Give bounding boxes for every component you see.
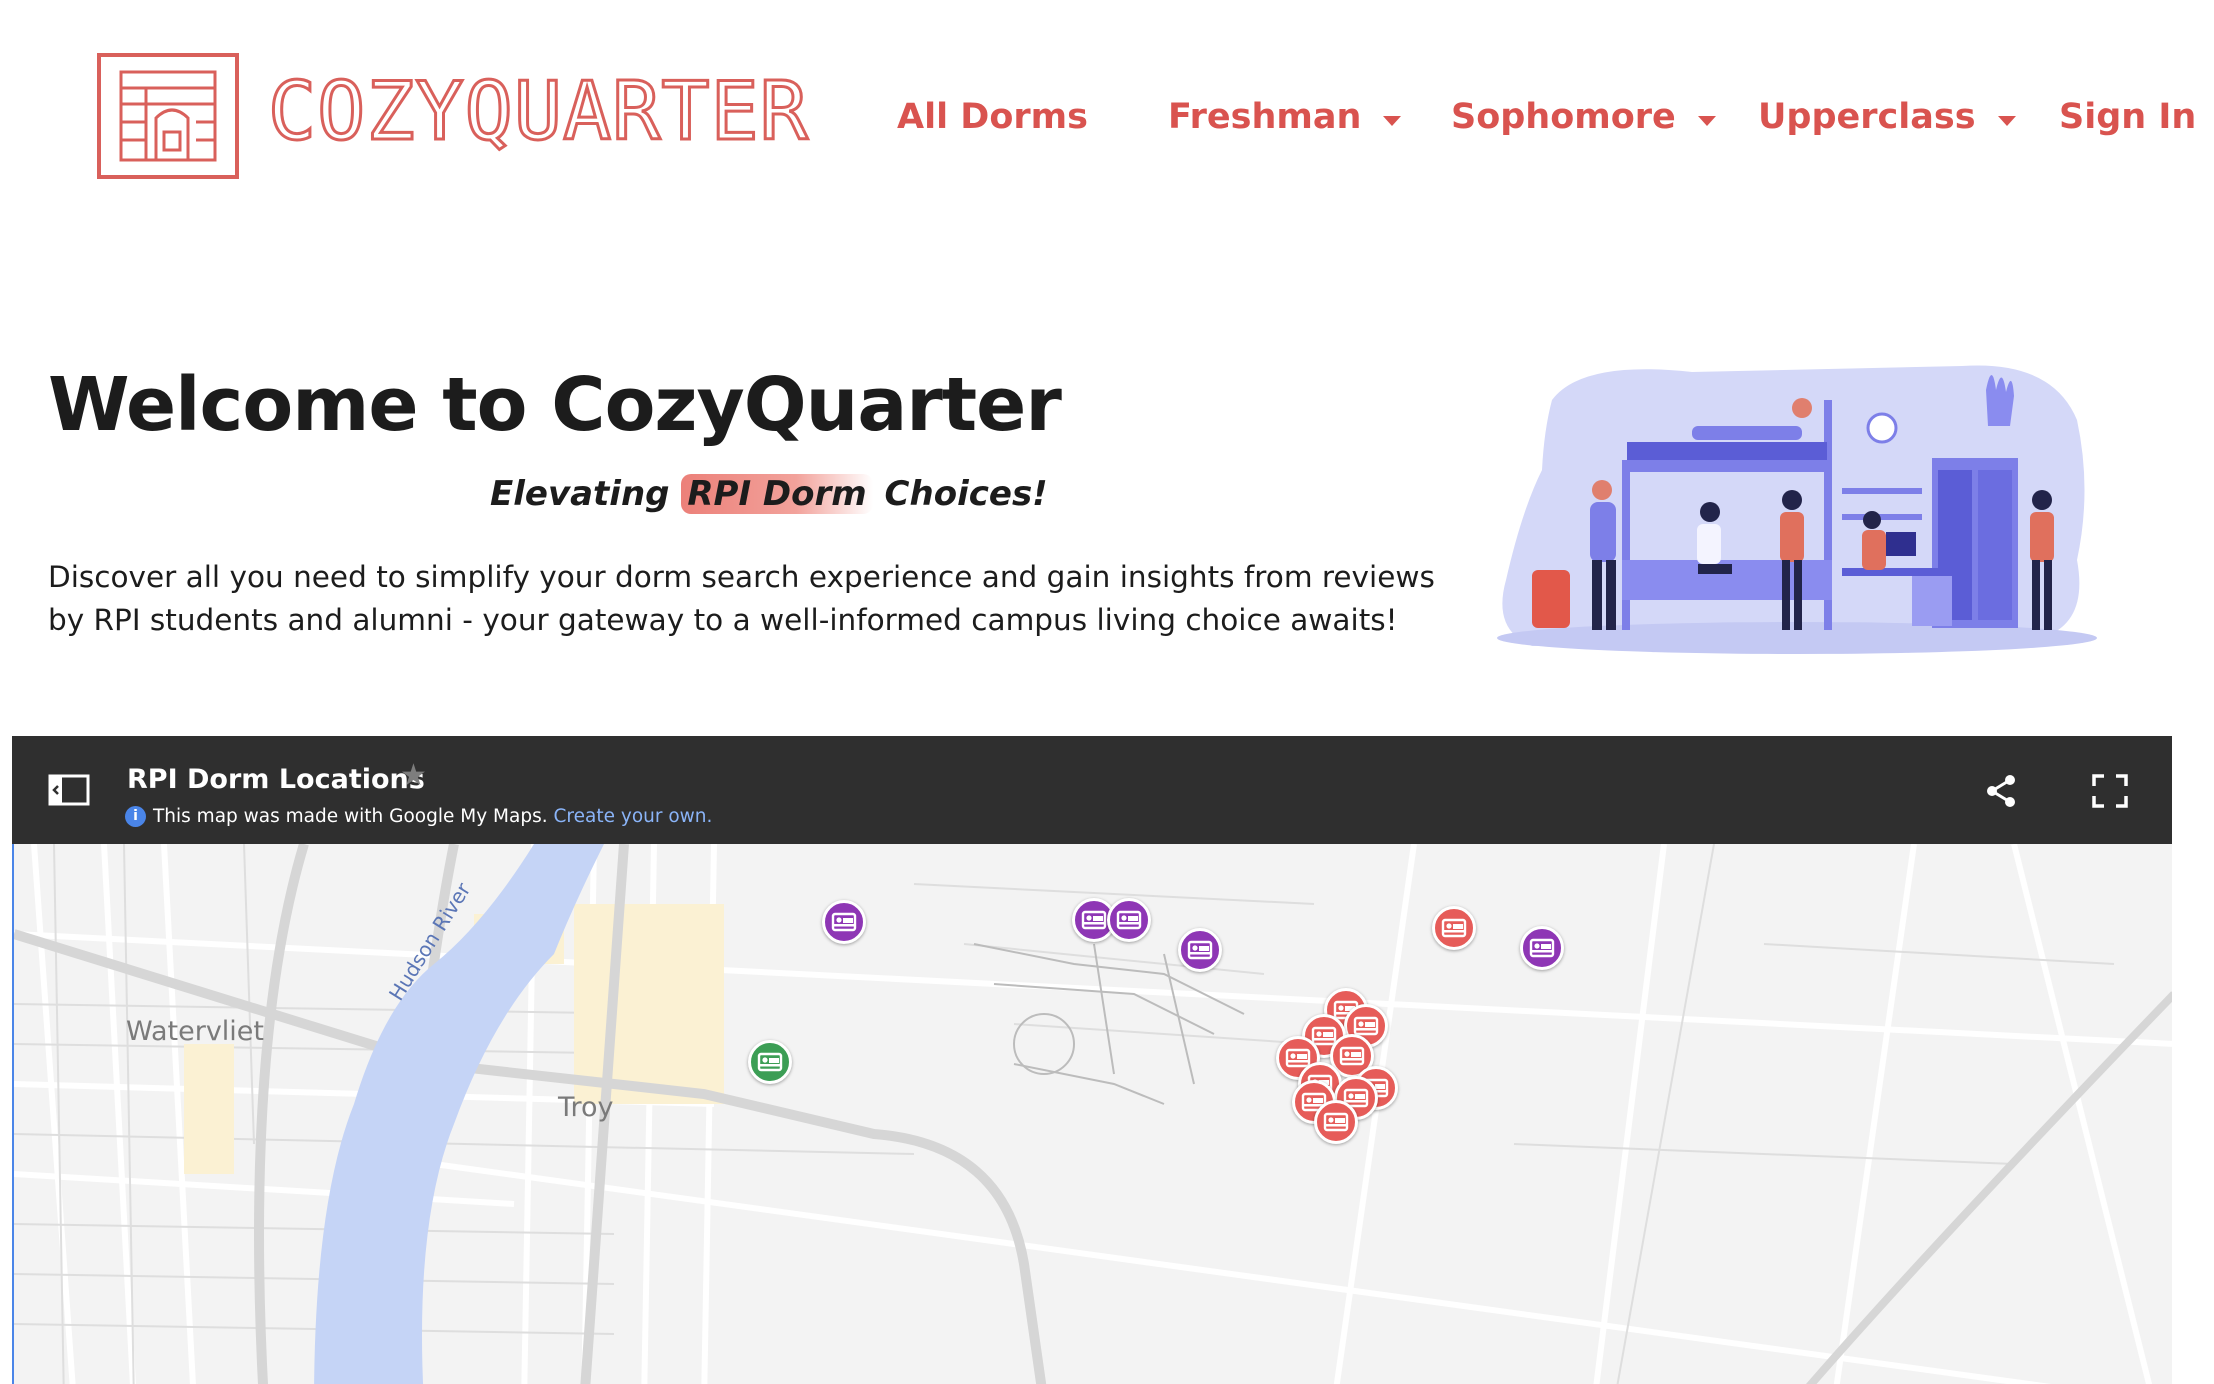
- nav-freshman-dropdown[interactable]: Freshman: [1168, 92, 1402, 142]
- dorm-room-illustration: [1497, 365, 2097, 654]
- map-toolbar: RPI Dorm Locations ★ i This map was made…: [12, 736, 2172, 844]
- map-pin-red[interactable]: [1314, 1100, 1358, 1144]
- star-icon[interactable]: ★: [400, 758, 427, 793]
- nav-all-dorms-label: All Dorms: [897, 97, 1088, 137]
- place-label-watervliet: Watervliet: [126, 1016, 264, 1047]
- bed-icon: [1187, 940, 1213, 960]
- nav-all-dorms[interactable]: All Dorms: [897, 92, 1088, 142]
- hero-tagline: Elevating RPI Dorm Choices!: [490, 474, 1048, 514]
- map-pin-purple[interactable]: [822, 900, 866, 944]
- caret-down-icon: [1383, 116, 1402, 126]
- bed-icon: [1081, 910, 1107, 930]
- map-pin-purple[interactable]: [1178, 928, 1222, 972]
- bed-icon: [1339, 1046, 1365, 1066]
- side-panel-icon[interactable]: [48, 774, 90, 806]
- tagline-highlight: RPI Dorm: [681, 474, 873, 514]
- nav-sign-in[interactable]: Sign In: [2059, 92, 2196, 142]
- bed-icon: [1116, 910, 1142, 930]
- bed-icon: [1529, 938, 1555, 958]
- caret-down-icon: [1997, 116, 2016, 126]
- tagline-post: Choices!: [872, 474, 1048, 514]
- nav-upperclass-label: Upperclass: [1758, 97, 1976, 137]
- tagline-pre: Elevating: [490, 474, 682, 514]
- bed-icon: [757, 1052, 783, 1072]
- caret-down-icon: [1697, 116, 1716, 126]
- brand-wordmark[interactable]: COZYQUARTER: [267, 70, 810, 153]
- map-pin-purple[interactable]: [1107, 898, 1151, 942]
- map-pin-purple[interactable]: [1520, 926, 1564, 970]
- map-embed[interactable]: RPI Dorm Locations ★ i This map was made…: [12, 736, 2172, 1384]
- page-title: Welcome to CozyQuarter: [48, 362, 1062, 448]
- nav-sign-in-label: Sign In: [2059, 97, 2197, 137]
- bed-icon: [1323, 1112, 1349, 1132]
- map-pin-green[interactable]: [748, 1040, 792, 1084]
- fullscreen-icon[interactable]: [2092, 774, 2128, 808]
- info-icon: i: [125, 806, 146, 827]
- map-canvas[interactable]: Watervliet Troy Hudson River: [12, 844, 2172, 1384]
- bed-icon: [1353, 1016, 1379, 1036]
- map-title: RPI Dorm Locations: [127, 764, 425, 795]
- logo-icon[interactable]: [96, 52, 240, 180]
- create-your-own-link[interactable]: Create your own.: [554, 806, 713, 827]
- map-attribution-text: This map was made with Google My Maps.: [153, 806, 548, 827]
- nav-upperclass-dropdown[interactable]: Upperclass: [1758, 92, 2016, 142]
- nav-freshman-label: Freshman: [1168, 97, 1362, 137]
- share-icon[interactable]: [1984, 774, 2018, 808]
- place-label-troy: Troy: [558, 1092, 614, 1123]
- map-attribution: This map was made with Google My Maps. C…: [153, 806, 712, 827]
- map-pin-red[interactable]: [1432, 906, 1476, 950]
- bed-icon: [1441, 918, 1467, 938]
- bed-icon: [831, 912, 857, 932]
- nav-sophomore-dropdown[interactable]: Sophomore: [1451, 92, 1716, 142]
- hero-intro: Discover all you need to simplify your d…: [48, 560, 1435, 637]
- nav-sophomore-label: Sophomore: [1451, 97, 1676, 137]
